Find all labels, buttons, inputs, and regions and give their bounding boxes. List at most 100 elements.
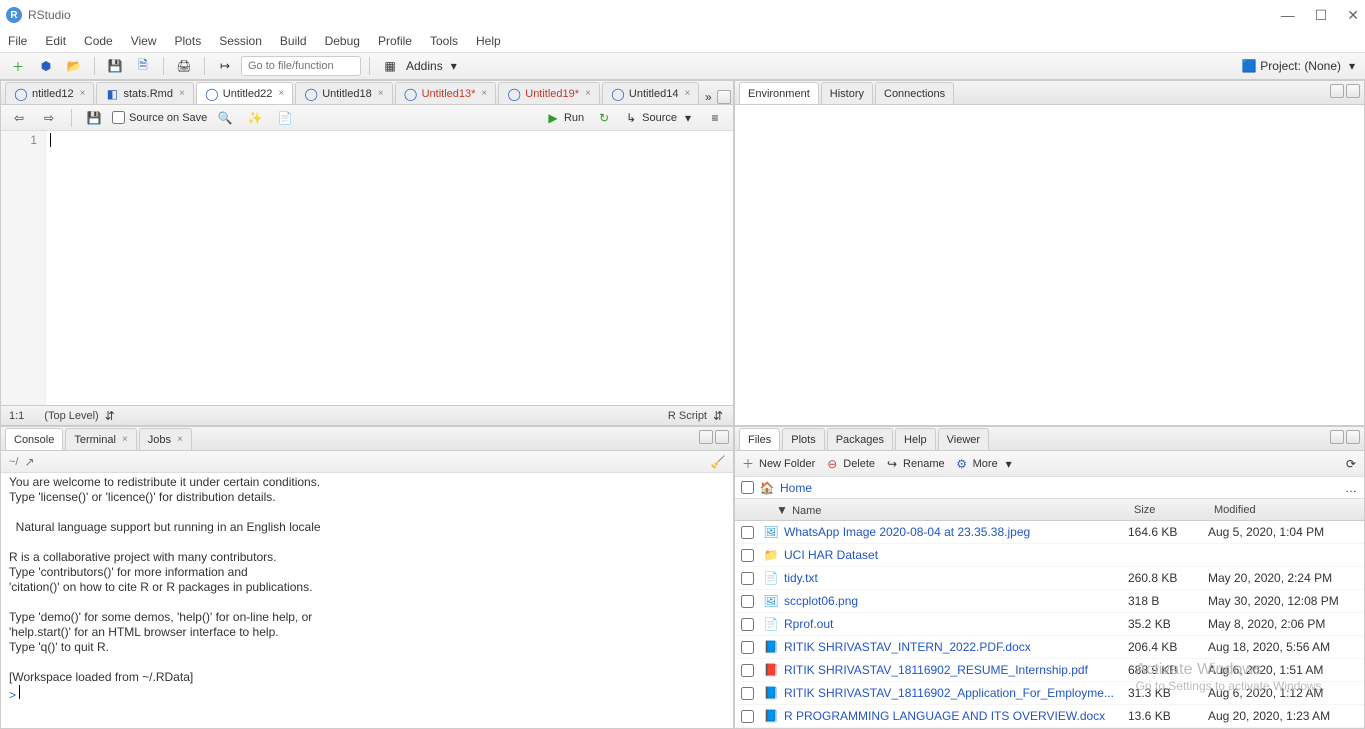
forward-button[interactable]: ⇨ — [37, 107, 61, 129]
rerun-button[interactable]: ↻ — [592, 107, 616, 129]
file-name[interactable]: 🖼sccplot06.png — [764, 594, 1128, 608]
source-tab[interactable]: ◯ntitled12× — [5, 82, 94, 104]
breadcrumb-home[interactable]: Home — [780, 481, 812, 495]
scope-dropdown[interactable]: (Top Level) ⇵ — [44, 409, 116, 423]
pane-collapse-button[interactable] — [699, 430, 713, 444]
goto-prev-icon[interactable]: ↦ — [213, 55, 237, 77]
row-checkbox[interactable] — [741, 526, 754, 539]
save-button[interactable]: 💾 — [103, 55, 127, 77]
menu-help[interactable]: Help — [476, 34, 501, 48]
menu-session[interactable]: Session — [219, 34, 262, 48]
close-icon[interactable]: × — [122, 434, 128, 445]
new-project-button[interactable]: ⬢ — [34, 55, 58, 77]
file-name[interactable]: 🖼WhatsApp Image 2020-08-04 at 23.35.38.j… — [764, 525, 1128, 539]
source-dropdown-button[interactable]: ↳ Source ▾ — [624, 111, 695, 125]
file-name[interactable]: 📕RITIK SHRIVASTAV_18116902_RESUME_Intern… — [764, 663, 1128, 677]
select-all-checkbox[interactable] — [741, 481, 754, 494]
close-icon[interactable]: × — [179, 88, 185, 99]
tab-environment[interactable]: Environment — [739, 82, 819, 104]
tab-history[interactable]: History — [821, 82, 873, 104]
source-tab[interactable]: ◯Untitled18× — [295, 82, 392, 104]
tabs-overflow-icon[interactable]: » — [701, 90, 715, 104]
file-name[interactable]: 📘RITIK SHRIVASTAV_INTERN_2022.PDF.docx — [764, 640, 1128, 654]
refresh-icon[interactable]: ⟳ — [1344, 457, 1358, 471]
pane-collapse-button[interactable] — [717, 90, 731, 104]
run-button[interactable]: ▶ Run — [546, 111, 584, 125]
clear-console-icon[interactable]: 🧹 — [711, 455, 725, 469]
close-icon[interactable]: × — [278, 88, 284, 99]
print-button[interactable]: 🖨 — [172, 55, 196, 77]
pane-maximize-button[interactable] — [1346, 84, 1360, 98]
console-output[interactable]: You are welcome to redistribute it under… — [1, 473, 733, 728]
column-size[interactable]: Size — [1134, 504, 1214, 516]
menu-file[interactable]: File — [8, 34, 27, 48]
menu-edit[interactable]: Edit — [45, 34, 66, 48]
addins-dropdown[interactable]: Addins ▾ — [406, 59, 461, 73]
file-type-dropdown[interactable]: R Script ⇵ — [668, 409, 725, 423]
save-source-button[interactable]: 💾 — [82, 107, 106, 129]
rename-button[interactable]: ↪Rename — [885, 457, 945, 471]
grid-icon[interactable]: ▦ — [378, 55, 402, 77]
row-checkbox[interactable] — [741, 664, 754, 677]
tab-console[interactable]: Console — [5, 428, 63, 450]
source-on-save-label[interactable]: Source on Save — [112, 111, 207, 124]
close-icon[interactable]: × — [378, 88, 384, 99]
new-folder-button[interactable]: ＋New Folder — [741, 457, 815, 471]
home-icon[interactable]: 🏠 — [760, 481, 774, 495]
source-editor[interactable]: 1 — [1, 131, 733, 405]
row-checkbox[interactable] — [741, 710, 754, 723]
maximize-button[interactable]: ☐ — [1315, 7, 1328, 24]
search-button[interactable]: 🔍 — [213, 107, 237, 129]
tab-terminal[interactable]: Terminal× — [65, 428, 136, 450]
file-name[interactable]: 📄tidy.txt — [764, 571, 1128, 585]
tab-help[interactable]: Help — [895, 428, 936, 450]
more-dropdown[interactable]: ⚙More▾ — [955, 457, 1016, 471]
ellipsis-icon[interactable]: … — [1344, 481, 1358, 495]
save-all-button[interactable]: 🗎 — [131, 55, 155, 77]
menu-debug[interactable]: Debug — [325, 34, 360, 48]
source-tab[interactable]: ◯Untitled19*× — [498, 82, 600, 104]
editor-code-area[interactable] — [46, 131, 733, 405]
source-tab[interactable]: ◯Untitled14× — [602, 82, 699, 104]
back-button[interactable]: ⇦ — [7, 107, 31, 129]
file-name[interactable]: 📁UCI HAR Dataset — [764, 548, 1128, 562]
close-icon[interactable]: × — [585, 88, 591, 99]
row-checkbox[interactable] — [741, 572, 754, 585]
pane-collapse-button[interactable] — [1330, 84, 1344, 98]
column-modified[interactable]: Modified — [1214, 504, 1364, 516]
goto-file-function-input[interactable] — [241, 56, 361, 76]
menu-code[interactable]: Code — [84, 34, 113, 48]
open-file-button[interactable]: 📂 — [62, 55, 86, 77]
tab-files[interactable]: Files — [739, 428, 780, 450]
tab-connections[interactable]: Connections — [875, 82, 954, 104]
row-checkbox[interactable] — [741, 549, 754, 562]
source-tab[interactable]: ◧stats.Rmd× — [96, 82, 193, 104]
close-icon[interactable]: × — [684, 88, 690, 99]
outline-button[interactable]: ≡ — [703, 107, 727, 129]
row-checkbox[interactable] — [741, 595, 754, 608]
menu-tools[interactable]: Tools — [430, 34, 458, 48]
pane-maximize-button[interactable] — [1346, 430, 1360, 444]
tab-jobs[interactable]: Jobs× — [139, 428, 192, 450]
tab-packages[interactable]: Packages — [827, 428, 893, 450]
file-name[interactable]: 📄Rprof.out — [764, 617, 1128, 631]
compile-report-button[interactable]: 📄 — [273, 107, 297, 129]
menu-plots[interactable]: Plots — [175, 34, 202, 48]
menu-view[interactable]: View — [131, 34, 157, 48]
row-checkbox[interactable] — [741, 618, 754, 631]
menu-build[interactable]: Build — [280, 34, 307, 48]
source-tab[interactable]: ◯Untitled22× — [196, 82, 293, 104]
file-name[interactable]: 📘R PROGRAMMING LANGUAGE AND ITS OVERVIEW… — [764, 709, 1128, 723]
tab-plots[interactable]: Plots — [782, 428, 824, 450]
close-button[interactable]: ✕ — [1347, 7, 1359, 24]
close-icon[interactable]: × — [80, 88, 86, 99]
close-icon[interactable]: × — [481, 88, 487, 99]
row-checkbox[interactable] — [741, 687, 754, 700]
source-on-save-checkbox[interactable] — [112, 111, 125, 124]
menu-profile[interactable]: Profile — [378, 34, 412, 48]
pane-maximize-button[interactable] — [715, 430, 729, 444]
new-file-button[interactable]: ＋ — [6, 55, 30, 77]
column-name[interactable]: ▼ Name — [735, 503, 1134, 517]
source-tab[interactable]: ◯Untitled13*× — [395, 82, 497, 104]
close-icon[interactable]: × — [177, 434, 183, 445]
